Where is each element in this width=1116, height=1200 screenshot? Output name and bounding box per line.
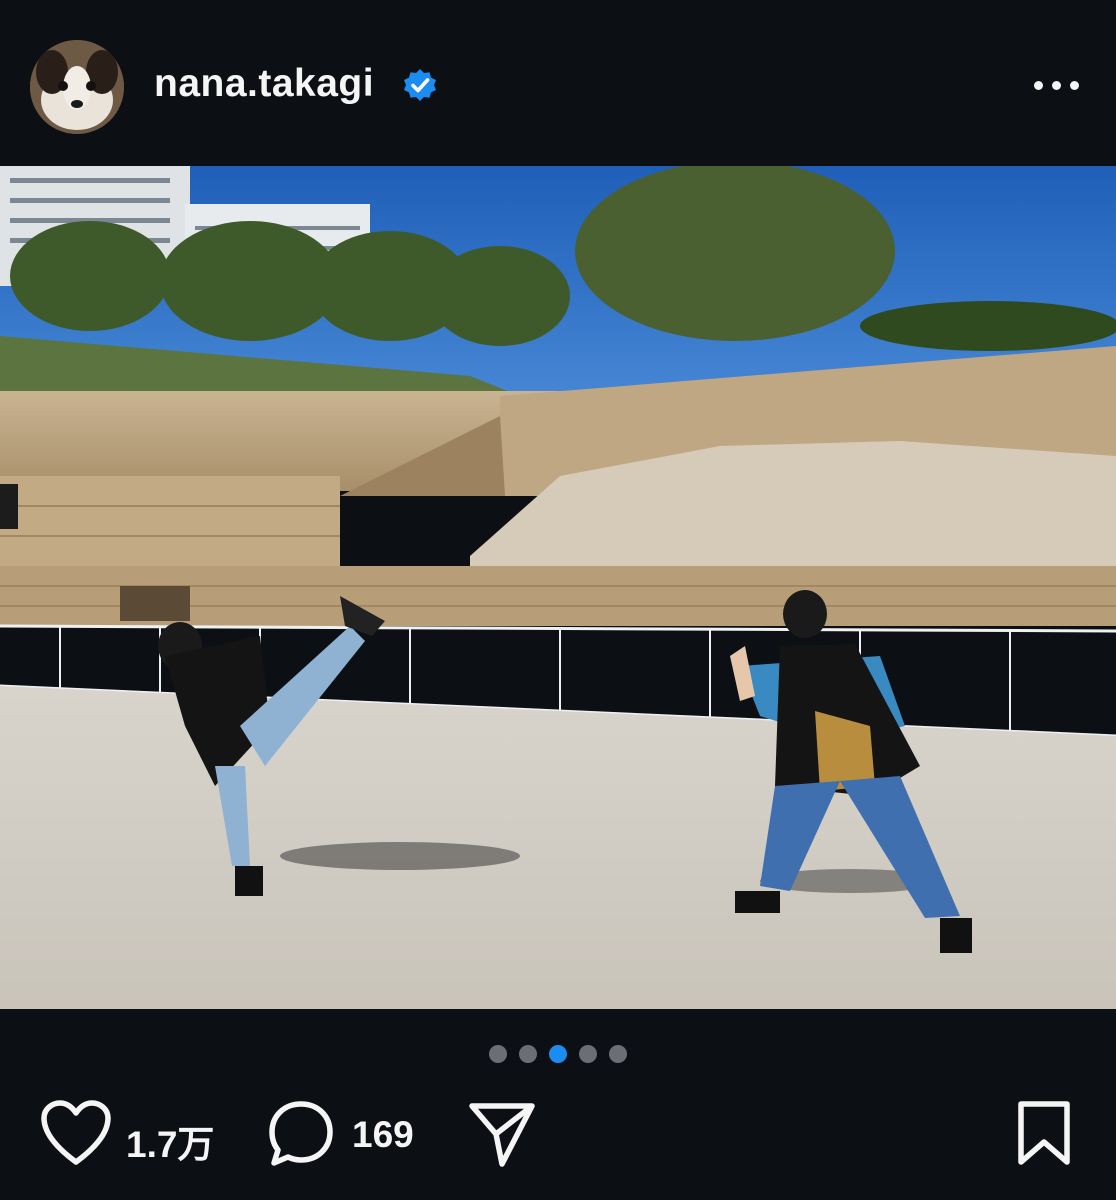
carousel-dot — [609, 1045, 627, 1063]
post-photo[interactable] — [0, 166, 1116, 1009]
share-icon[interactable] — [468, 1100, 536, 1168]
comment-count[interactable]: 169 — [352, 1114, 414, 1156]
action-bar: 1.7万 169 — [0, 1100, 1116, 1172]
avatar[interactable] — [30, 40, 124, 134]
carousel-dot — [519, 1045, 537, 1063]
heart-icon[interactable] — [40, 1100, 112, 1166]
more-options-icon[interactable] — [1026, 70, 1086, 100]
carousel-dot — [579, 1045, 597, 1063]
bookmark-icon[interactable] — [1016, 1100, 1072, 1166]
carousel-dot-active — [549, 1045, 567, 1063]
comment-icon[interactable] — [268, 1100, 334, 1170]
username[interactable]: nana.takagi — [154, 62, 374, 106]
post-header: nana.takagi — [0, 0, 1116, 166]
carousel-indicator — [0, 1045, 1116, 1065]
carousel-dot — [489, 1045, 507, 1063]
verified-badge-icon — [404, 69, 436, 101]
like-count[interactable]: 1.7万 — [126, 1114, 214, 1168]
